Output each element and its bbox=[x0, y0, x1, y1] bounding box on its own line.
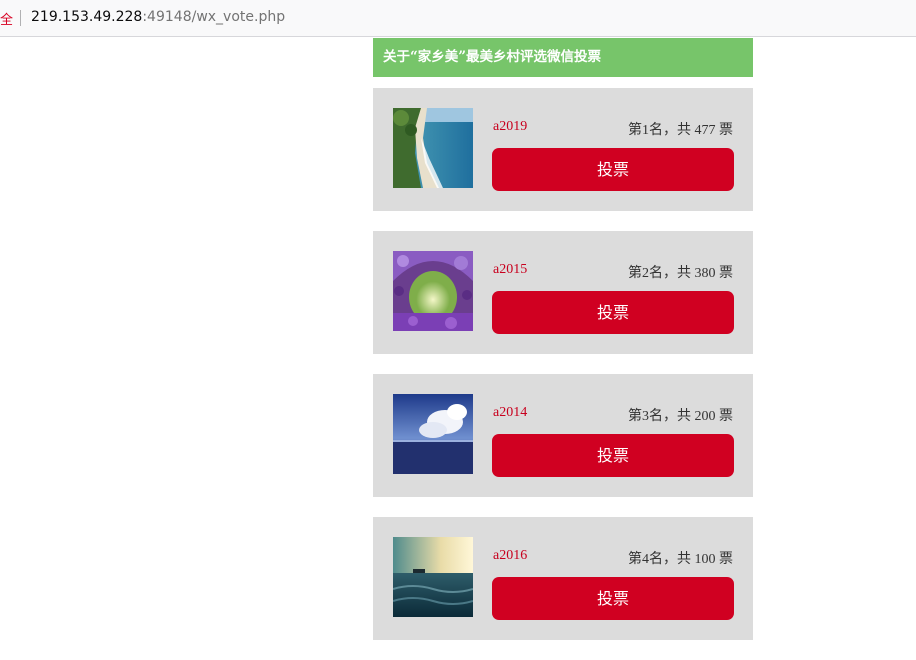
vote-button[interactable]: 投票 bbox=[492, 434, 734, 477]
url-separator bbox=[20, 10, 21, 26]
url-text[interactable]: 219.153.49.228:49148/wx_vote.php bbox=[31, 9, 285, 25]
candidate-name: a2016 bbox=[493, 548, 528, 563]
candidate-card: a2016 第4名，共 100 票 投票 bbox=[373, 517, 753, 640]
candidate-name: a2014 bbox=[493, 405, 528, 420]
rank-text: 第1名，共 477 票 bbox=[628, 123, 733, 138]
url-host: 219.153.49.228 bbox=[31, 9, 143, 25]
vote-button[interactable]: 投票 bbox=[492, 291, 734, 334]
rank-text: 第2名，共 380 票 bbox=[628, 266, 733, 281]
candidate-card: a2019 第1名，共 477 票 投票 bbox=[373, 88, 753, 211]
security-indicator[interactable]: 全 bbox=[0, 9, 13, 28]
candidate-name: a2019 bbox=[493, 119, 528, 134]
vote-button[interactable]: 投票 bbox=[492, 148, 734, 191]
ocean-boat-photo bbox=[393, 537, 473, 617]
flower-tunnel-photo bbox=[393, 251, 473, 331]
url-path: :49148/wx_vote.php bbox=[142, 9, 286, 25]
page-title: 关于“家乡美”最美乡村评选微信投票 bbox=[373, 38, 753, 77]
sky-sea-photo bbox=[393, 394, 473, 474]
candidate-card: a2014 第3名，共 200 票 投票 bbox=[373, 374, 753, 497]
coastline-photo bbox=[393, 108, 473, 188]
candidate-name: a2015 bbox=[493, 262, 528, 277]
url-bar[interactable]: 全 219.153.49.228:49148/wx_vote.php bbox=[0, 0, 916, 37]
vote-page: 关于“家乡美”最美乡村评选微信投票 a2019 第1名，共 477 票 投票 a… bbox=[373, 38, 753, 640]
rank-text: 第3名，共 200 票 bbox=[628, 409, 733, 424]
rank-text: 第4名，共 100 票 bbox=[628, 552, 733, 567]
candidate-card: a2015 第2名，共 380 票 投票 bbox=[373, 231, 753, 354]
vote-button[interactable]: 投票 bbox=[492, 577, 734, 620]
